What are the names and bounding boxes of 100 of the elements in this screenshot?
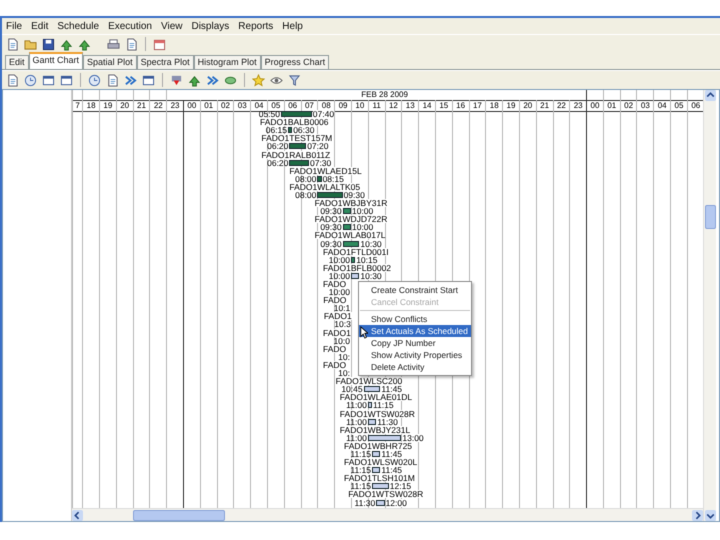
up-arrow-icon[interactable] <box>78 38 91 50</box>
start-time: 10:3 <box>334 320 351 328</box>
menu-item[interactable]: Show Activity Properties <box>359 349 471 361</box>
down-arrow-icon[interactable] <box>170 74 183 86</box>
menu-item[interactable]: Edit <box>31 20 48 32</box>
hour-label: 19 <box>100 100 116 112</box>
task-bar[interactable] <box>372 467 380 474</box>
end-time: 07:20 <box>307 142 328 150</box>
end-time: 06:30 <box>293 126 314 134</box>
task-bar[interactable] <box>368 418 376 425</box>
start-time: 10:00 <box>328 272 350 280</box>
task-bar[interactable] <box>317 192 343 198</box>
menu-item[interactable]: Execution <box>108 20 152 32</box>
start-time: 11:00 <box>346 434 367 442</box>
task-bar[interactable] <box>372 450 380 457</box>
save-icon[interactable] <box>42 38 55 50</box>
menu-item[interactable]: Set Actuals As Scheduled <box>359 325 471 337</box>
task-bar[interactable] <box>342 208 351 214</box>
hour-label: 17 <box>470 100 486 112</box>
start-time: 06:20 <box>267 158 288 167</box>
task-bar[interactable] <box>288 127 292 134</box>
calendar-icon[interactable] <box>153 38 166 50</box>
menu-item[interactable]: File <box>6 20 22 32</box>
task-bar[interactable] <box>376 500 385 506</box>
double-chevron-icon[interactable] <box>124 74 137 86</box>
task-bar[interactable] <box>364 386 380 392</box>
task-bar[interactable] <box>351 256 356 263</box>
tab[interactable]: Spectra Plot <box>136 55 194 69</box>
tab[interactable]: Gantt Chart <box>28 52 84 69</box>
start-time: 09:30 <box>320 223 342 232</box>
tab[interactable]: Spatial Plot <box>83 55 137 69</box>
menu-item[interactable]: Reports <box>238 20 274 32</box>
up-arrow-icon[interactable] <box>60 38 73 50</box>
vertical-scrollbar[interactable] <box>703 90 716 521</box>
clock-icon[interactable] <box>88 74 101 86</box>
task-name: FADO <box>323 296 346 304</box>
start-time: 11:00 <box>346 418 367 426</box>
end-time: 11:45 <box>381 466 402 474</box>
start-time: 10: <box>338 352 351 361</box>
task-name: FADO1WBHR725 <box>344 442 412 450</box>
task-name: FADO1WBJY231L <box>340 426 410 434</box>
scroll-up-icon[interactable] <box>704 90 716 101</box>
tab[interactable]: Histogram Plot <box>194 55 261 69</box>
start-time: 06:15 <box>266 126 287 134</box>
hour-label: 22 <box>554 100 570 112</box>
menu-item[interactable]: Schedule <box>57 20 100 32</box>
hour-label: 14 <box>419 100 435 112</box>
window-icon[interactable] <box>142 74 155 86</box>
menu-item[interactable]: Show Conflicts <box>359 313 471 325</box>
hour-label: 20 <box>116 100 133 112</box>
scrollbar-thumb[interactable] <box>133 510 225 520</box>
star-icon[interactable] <box>252 74 265 86</box>
task-bar[interactable] <box>368 434 402 441</box>
open-folder-icon[interactable] <box>24 38 37 50</box>
start-time: 08:00 <box>295 190 316 199</box>
task-name: FADO1TEST157M <box>261 134 332 142</box>
task-bar[interactable] <box>289 143 306 150</box>
print-preview-icon[interactable] <box>125 38 138 50</box>
scroll-left-icon[interactable] <box>72 510 83 520</box>
task-name: FADO1WLAB017L <box>314 231 386 240</box>
menu-item[interactable]: Delete Activity <box>359 361 471 373</box>
menu-item[interactable]: Create Constraint Start <box>359 284 471 296</box>
start-time: 10: <box>338 369 350 378</box>
task-bar[interactable] <box>289 160 309 166</box>
date-label: FEB 28 2009 <box>361 90 408 100</box>
hour-label: 18 <box>486 100 502 112</box>
hour-label: 03 <box>234 100 250 112</box>
hour-label: 07 <box>302 100 318 112</box>
start-time: 09:30 <box>320 207 342 216</box>
task-bar[interactable] <box>368 402 372 408</box>
task-bar[interactable] <box>342 224 351 230</box>
task-name: FADO1TLSH101M <box>344 474 415 482</box>
hour-label: 01 <box>604 100 620 112</box>
hour-label: 05 <box>671 100 687 112</box>
task-bar[interactable] <box>372 483 389 490</box>
task-bar[interactable] <box>351 272 360 279</box>
scroll-down-icon[interactable] <box>704 510 716 521</box>
document-icon[interactable] <box>106 74 119 86</box>
task-bar[interactable] <box>317 176 322 182</box>
scroll-right-icon[interactable] <box>692 510 703 520</box>
scrollbar-thumb[interactable] <box>704 205 716 229</box>
hour-label: 15 <box>436 100 452 112</box>
menu-item[interactable]: Displays <box>191 20 230 32</box>
start-time: 11:00 <box>346 401 367 410</box>
task-bar[interactable] <box>281 111 312 118</box>
filter-icon[interactable] <box>288 74 301 86</box>
hour-label: 01 <box>200 100 217 112</box>
menu-item[interactable]: Help <box>282 20 303 32</box>
menu-item[interactable]: Copy JP Number <box>359 337 471 349</box>
task-name: FADO1WLAED15L <box>289 166 362 175</box>
horizontal-scrollbar[interactable] <box>72 508 703 521</box>
task-name: FADO1WTSW028R <box>340 410 415 418</box>
task-bar[interactable] <box>342 240 360 247</box>
task-name: FADO1WDJD722R <box>314 215 388 224</box>
tab[interactable]: Progress Chart <box>260 55 330 69</box>
tab[interactable]: Edit <box>5 55 29 69</box>
menu-item[interactable]: View <box>160 20 182 32</box>
up-arrow-icon[interactable] <box>188 74 201 86</box>
new-document-icon[interactable] <box>6 38 19 50</box>
printer-icon[interactable] <box>107 38 120 50</box>
